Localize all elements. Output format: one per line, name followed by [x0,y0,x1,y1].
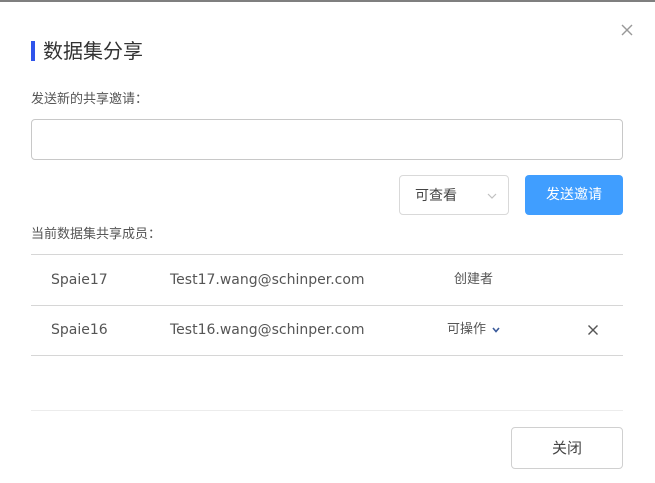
member-role-dropdown[interactable]: 可操作 [447,320,501,340]
footer-divider [31,410,623,411]
table-top-divider [31,254,623,255]
member-name: Spaie17 [51,272,108,288]
permission-select[interactable]: 可查看 [399,175,509,215]
invite-input[interactable] [31,119,623,160]
member-role: 可操作 [447,322,487,337]
member-name: Spaie16 [51,322,108,338]
permission-select-value: 可查看 [415,188,457,204]
remove-member-icon[interactable] [587,324,599,336]
members-label: 当前数据集共享成员： [31,227,162,242]
member-role: 创建者 [454,272,494,287]
table-bottom-divider [31,355,623,356]
row-divider [31,305,623,306]
title-accent-bar [31,41,35,61]
chevron-down-icon [492,327,500,333]
share-dataset-dialog: 数据集分享 发送新的共享邀请： 可查看 发送邀请 当前数据集共享成员： Spai… [0,0,655,483]
close-icon[interactable] [619,22,635,38]
close-button[interactable]: 关闭 [511,427,623,469]
chevron-down-icon [487,193,497,199]
member-email: Test17.wang@schinper.com [170,272,365,288]
send-invite-button[interactable]: 发送邀请 [525,175,623,215]
dialog-title: 数据集分享 [43,39,143,63]
invite-label: 发送新的共享邀请： [31,92,149,107]
member-email: Test16.wang@schinper.com [170,322,365,338]
